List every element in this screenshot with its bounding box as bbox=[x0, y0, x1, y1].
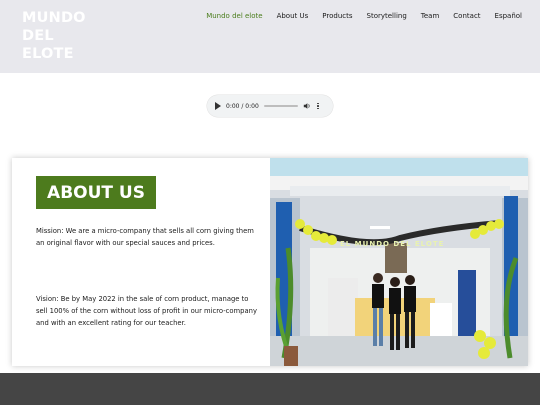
mission-text: Mission: We are a micro-company that sel… bbox=[36, 227, 254, 247]
team-photo: EL MUNDO DEL ELOTE bbox=[270, 158, 528, 366]
vision-text: Vision: Be by May 2022 in the sale of co… bbox=[36, 295, 257, 327]
play-icon[interactable] bbox=[215, 102, 221, 110]
about-heading: ABOUT US bbox=[36, 176, 156, 209]
nav-item-storytelling[interactable]: Storytelling bbox=[367, 12, 407, 20]
nav-item-about-us[interactable]: About Us bbox=[277, 12, 309, 20]
logo-line-3: ELOTE bbox=[22, 46, 74, 62]
volume-icon[interactable] bbox=[303, 102, 311, 110]
nav-item-team[interactable]: Team bbox=[421, 12, 440, 20]
nav-item-espanol[interactable]: Español bbox=[495, 12, 522, 20]
more-options-icon[interactable] bbox=[316, 102, 320, 110]
nav-item-contact[interactable]: Contact bbox=[453, 12, 480, 20]
nav-item-mundo-del-elote[interactable]: Mundo del elote bbox=[206, 12, 262, 20]
banner-text: EL MUNDO DEL ELOTE bbox=[340, 240, 444, 248]
site-logo[interactable]: MUNDO DEL ELOTE bbox=[22, 9, 102, 63]
logo-line-2: DEL bbox=[22, 28, 54, 44]
about-card: ABOUT US Mission: We are a micro-company… bbox=[12, 158, 528, 366]
audio-progress-track[interactable] bbox=[263, 105, 298, 107]
site-footer bbox=[0, 373, 540, 405]
main-nav: Mundo del elote About Us Products Storyt… bbox=[206, 12, 522, 20]
site-header: MUNDO DEL ELOTE Mundo del elote About Us… bbox=[0, 0, 540, 73]
logo-line-1: MUNDO bbox=[22, 10, 86, 26]
team-photo-illustration: EL MUNDO DEL ELOTE bbox=[270, 158, 528, 366]
nav-item-products[interactable]: Products bbox=[322, 12, 352, 20]
audio-player[interactable]: 0:00 / 0:00 bbox=[207, 95, 333, 117]
audio-time: 0:00 / 0:00 bbox=[226, 102, 259, 110]
